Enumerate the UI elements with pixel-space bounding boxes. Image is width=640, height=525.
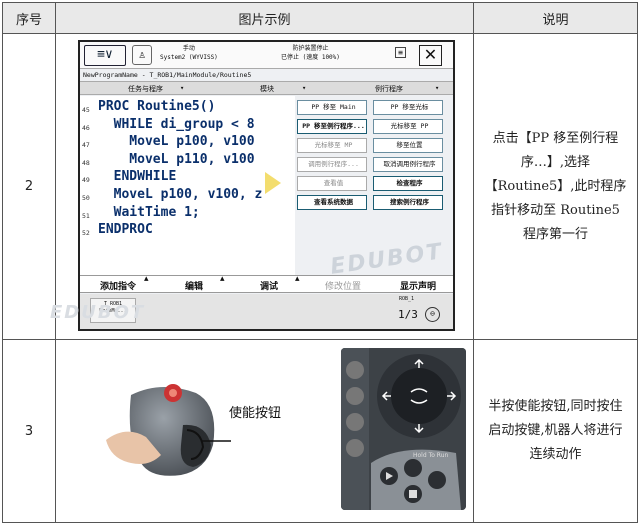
- status-state: 防护装置停止 已停止 (速度 100%): [281, 45, 340, 61]
- chevron-down-icon: ▾: [435, 84, 440, 92]
- watermark: EDUBOT: [328, 239, 445, 280]
- robot-icon: ♙: [132, 45, 152, 65]
- debug-menu: PP 移至 Main PP 移至光标 PP 移至例行程序... 光标移至 PP 光标移至…: [297, 100, 447, 220]
- debug-menu-item[interactable]: PP 移至光标: [373, 100, 443, 115]
- tab-routine[interactable]: 例行程序: [375, 84, 403, 94]
- debug-menu-item[interactable]: 搜索例行程序: [373, 195, 443, 210]
- pointer-arrow-icon: [265, 172, 281, 194]
- line-number: 45: [82, 106, 90, 114]
- debug-menu-item[interactable]: 查看系统数据: [297, 195, 367, 210]
- chevron-up-icon: ▴: [295, 274, 300, 284]
- rob-label: ROB_1: [399, 296, 415, 302]
- code-line[interactable]: MoveL p110, v100: [98, 151, 254, 169]
- joystick-panel-photo: [341, 348, 466, 510]
- header-desc: 说明: [473, 2, 638, 34]
- debug-menu-item[interactable]: 取消调用例行程序: [373, 157, 443, 172]
- code-line[interactable]: WHILE di_group < 8: [98, 116, 255, 134]
- chevron-down-icon: ▾: [180, 84, 185, 92]
- flexpendant-screen: ≡∨ ♙ 手动 System2 (WYVISS) 防护装置停止 已停止 (速度 …: [78, 40, 455, 331]
- debug-menu-item[interactable]: 查看值: [297, 176, 367, 191]
- line-number: 49: [82, 176, 90, 185]
- image-cell: ≡∨ ♙ 手动 System2 (WYVISS) 防护装置停止 已停止 (速度 …: [50, 33, 474, 340]
- line-number: 46: [82, 123, 90, 132]
- tab-module[interactable]: 模块: [260, 84, 274, 94]
- row-desc: 点击【PP 移至例行程序…】,选择【Routine5】,此时程序指针移动至 Ro…: [473, 33, 638, 340]
- debug-menu-item[interactable]: PP 移至例行程序...: [297, 119, 367, 134]
- menu-button[interactable]: ≡∨: [84, 45, 126, 66]
- status-mode: 手动 System2 (WYVISS): [160, 45, 218, 61]
- chevron-down-icon: ▾: [302, 84, 307, 92]
- program-tabs: 任务与程序 ▾ 模块 ▾ 例行程序 ▾: [80, 81, 453, 95]
- code-line[interactable]: MoveL p100, v100, z: [98, 186, 263, 204]
- show-declaration-button[interactable]: 显示声明: [400, 279, 436, 292]
- debug-menu-item[interactable]: 光标移至 PP: [373, 119, 443, 134]
- enable-button-label: 使能按钮: [229, 406, 282, 421]
- modify-position-button[interactable]: 修改位置: [325, 279, 361, 292]
- line-number: 48: [82, 158, 90, 167]
- hold-to-run-text: Hold To Run: [413, 452, 449, 459]
- line-number: 51: [82, 211, 90, 220]
- close-button[interactable]: ✕: [419, 45, 442, 66]
- line-number: 50: [82, 194, 90, 202]
- speed-icon[interactable]: ⊖: [425, 307, 440, 322]
- row-seq: 2: [2, 33, 56, 340]
- edit-button[interactable]: 编辑: [185, 279, 203, 292]
- instruction-table: 序号 图片示例 说明 2 ≡∨ ♙ 手动 System2 (WYVISS) 防护…: [2, 2, 638, 523]
- code-line[interactable]: MoveL p100, v100: [98, 133, 254, 151]
- enable-device-photo: [106, 384, 231, 476]
- debug-menu-item[interactable]: 移至位置: [373, 138, 443, 153]
- line-number: 47: [82, 141, 90, 150]
- chevron-up-icon: ▴: [144, 274, 149, 284]
- header-seq: 序号: [2, 2, 56, 34]
- code-line[interactable]: ENDWHILE: [98, 168, 177, 186]
- debug-menu-item[interactable]: 检查程序: [373, 176, 443, 191]
- bottom-toolbar: 添加指令 ▴ 编辑 ▴ 调试 ▴ 修改位置 显示声明: [80, 274, 453, 293]
- code-line[interactable]: ENDPROC: [98, 221, 153, 239]
- debug-button[interactable]: 调试: [260, 279, 278, 292]
- code-line[interactable]: PROC Routine5(): [98, 98, 215, 116]
- code-line[interactable]: WaitTime 1;: [98, 204, 200, 222]
- row-desc: 半按使能按钮,同时按住启动按键,机器人将进行连续动作: [473, 339, 638, 523]
- line-number: 52: [82, 229, 90, 238]
- program-path: NewProgramName - T_ROB1/MainModule/Routi…: [83, 71, 252, 79]
- row-seq: 3: [2, 339, 56, 523]
- add-instruction-button[interactable]: 添加指令: [100, 279, 136, 292]
- page-fraction: 1/3: [398, 308, 418, 321]
- code-editor[interactable]: 45 PROC Routine5() 46 WHILE di_group < 8 47…: [80, 96, 295, 286]
- tab-tasks[interactable]: 任务与程序: [128, 84, 163, 94]
- chevron-up-icon: ▴: [220, 274, 225, 284]
- info-icon[interactable]: ≡: [395, 47, 406, 58]
- status-bar: ≡∨ ♙ 手动 System2 (WYVISS) 防护装置停止 已停止 (速度 …: [80, 42, 453, 69]
- debug-menu-item[interactable]: 光标移至 MP: [297, 138, 367, 153]
- header-image: 图片示例: [55, 2, 474, 34]
- debug-menu-item[interactable]: PP 移至 Main: [297, 100, 367, 115]
- debug-menu-item[interactable]: 调用例行程序...: [297, 157, 367, 172]
- watermark: EDUBOT: [50, 302, 146, 323]
- image-cell: 使能按钮 Hold To Run: [55, 339, 474, 523]
